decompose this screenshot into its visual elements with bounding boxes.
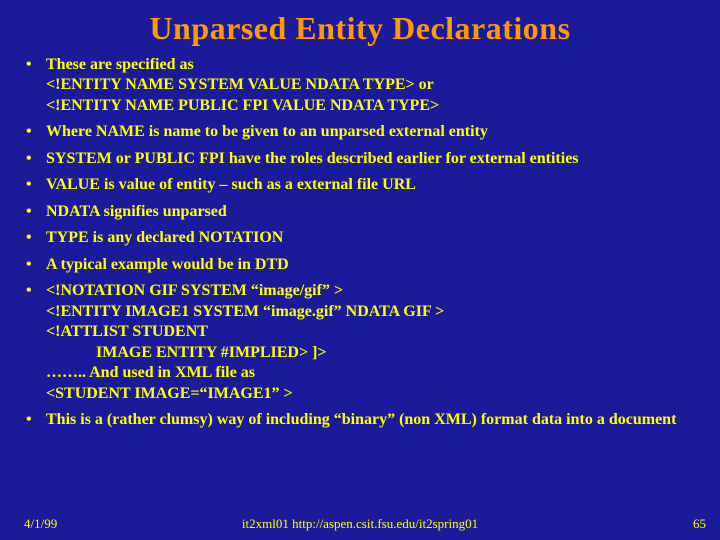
bullet-list: These are specified as <!ENTITY NAME SYS… (20, 55, 700, 431)
bullet-text: <!ENTITY IMAGE1 SYSTEM “image.gif” NDATA… (46, 303, 444, 320)
footer-center: it2xml01 http://aspen.csit.fsu.edu/it2sp… (0, 516, 720, 532)
bullet-text: <!ATTLIST STUDENT (46, 323, 208, 340)
list-item: These are specified as <!ENTITY NAME SYS… (20, 55, 700, 116)
bullet-text: TYPE is any declared NOTATION (46, 229, 283, 246)
footer-page-number: 65 (693, 516, 706, 532)
list-item: VALUE is value of entity – such as a ext… (20, 175, 700, 195)
list-item: NDATA signifies unparsed (20, 202, 700, 222)
bullet-text: …….. And used in XML file as (46, 364, 255, 381)
list-item: Where NAME is name to be given to an unp… (20, 122, 700, 142)
slide-title: Unparsed Entity Declarations (20, 10, 700, 47)
bullet-text: <STUDENT IMAGE=“IMAGE1” > (46, 385, 293, 402)
bullet-text: NDATA signifies unparsed (46, 203, 227, 220)
bullet-text: This is a (rather clumsy) way of includi… (46, 411, 676, 428)
list-item: This is a (rather clumsy) way of includi… (20, 410, 700, 430)
list-item: TYPE is any declared NOTATION (20, 228, 700, 248)
bullet-text: A typical example would be in DTD (46, 256, 289, 273)
bullet-text: These are specified as (46, 56, 194, 73)
list-item: A typical example would be in DTD (20, 255, 700, 275)
list-item: <!NOTATION GIF SYSTEM “image/gif” > <!EN… (20, 281, 700, 404)
list-item: SYSTEM or PUBLIC FPI have the roles desc… (20, 149, 700, 169)
bullet-text: VALUE is value of entity – such as a ext… (46, 176, 416, 193)
bullet-text: <!ENTITY NAME PUBLIC FPI VALUE NDATA TYP… (46, 97, 439, 114)
bullet-text: SYSTEM or PUBLIC FPI have the roles desc… (46, 150, 579, 167)
slide: Unparsed Entity Declarations These are s… (0, 0, 720, 540)
bullet-text: Where NAME is name to be given to an unp… (46, 123, 488, 140)
bullet-text: IMAGE ENTITY #IMPLIED> ]> (46, 343, 700, 363)
bullet-text: <!NOTATION GIF SYSTEM “image/gif” > (46, 282, 343, 299)
bullet-text: <!ENTITY NAME SYSTEM VALUE NDATA TYPE> o… (46, 76, 434, 93)
